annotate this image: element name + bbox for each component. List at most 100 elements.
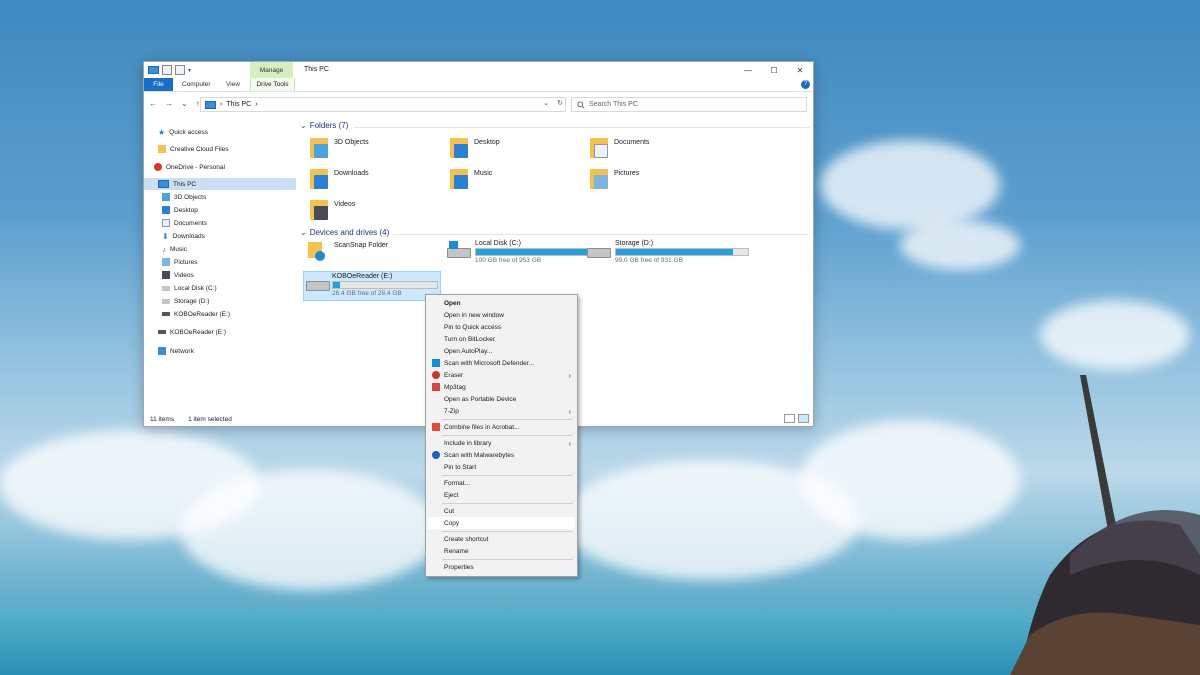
sidebar-item-pictures[interactable]: Pictures xyxy=(162,256,197,268)
large-icons-view-icon[interactable] xyxy=(798,414,809,423)
sidebar-item-koboereader-e-root[interactable]: KOBOeReader (E:) xyxy=(158,326,226,338)
sidebar-item-desktop[interactable]: Desktop xyxy=(162,204,198,216)
menu-item-open-new-window[interactable]: Open in new window xyxy=(428,309,575,321)
breadcrumb-this-pc[interactable]: This PC xyxy=(226,101,251,108)
tab-drive-tools[interactable]: Drive Tools xyxy=(250,78,295,91)
menu-item-open[interactable]: Open xyxy=(428,297,575,309)
menu-item-mp3tag[interactable]: Mp3tag xyxy=(428,381,575,393)
folder-documents[interactable]: Documents xyxy=(590,136,649,158)
navigation-pane: ★ Quick access Creative Cloud Files OneD… xyxy=(144,116,296,406)
videos-icon xyxy=(162,271,170,279)
forward-button[interactable]: → xyxy=(165,99,173,108)
sidebar-item-downloads[interactable]: ⬇ Downloads xyxy=(162,230,205,242)
sidebar-item-storage-d[interactable]: Storage (D:) xyxy=(162,295,209,307)
folder-label: 3D Objects xyxy=(334,139,369,146)
sidebar-item-3d-objects[interactable]: 3D Objects xyxy=(162,191,206,203)
tab-file[interactable]: File xyxy=(144,78,173,91)
sidebar-item-creative-cloud[interactable]: Creative Cloud Files xyxy=(158,143,229,155)
folder-3d-objects[interactable]: 3D Objects xyxy=(310,136,369,158)
downloads-folder-icon xyxy=(310,167,330,189)
menu-item-turn-on-bitlocker[interactable]: Turn on BitLocker xyxy=(428,333,575,345)
drive-scansnap-folder[interactable]: ScanSnap Folder xyxy=(306,242,388,262)
address-dropdown-icon[interactable]: ⌄ xyxy=(543,99,549,107)
3d-objects-folder-icon xyxy=(310,136,330,158)
folder-downloads[interactable]: Downloads xyxy=(310,167,369,189)
maximize-button[interactable]: ☐ xyxy=(761,62,787,78)
sidebar-item-this-pc[interactable]: This PC xyxy=(144,178,296,190)
cloud xyxy=(1040,300,1190,370)
menu-item-scan-defender[interactable]: Scan with Microsoft Defender... xyxy=(428,357,575,369)
menu-item-combine-acrobat[interactable]: Combine files in Acrobat... xyxy=(428,421,575,433)
menu-item-pin-to-start[interactable]: Pin to Start xyxy=(428,461,575,473)
new-folder-icon[interactable] xyxy=(175,65,185,75)
folder-videos[interactable]: Videos xyxy=(310,198,355,220)
chevron-down-icon: ⌄ xyxy=(300,228,307,237)
menu-item-eject[interactable]: Eject xyxy=(428,489,575,501)
sidebar-item-quick-access[interactable]: ★ Quick access xyxy=(158,126,208,138)
menu-item-create-shortcut[interactable]: Create shortcut xyxy=(428,533,575,545)
menu-item-cut[interactable]: Cut xyxy=(428,505,575,517)
folders-group-header[interactable]: ⌄ Folders (7) xyxy=(300,121,348,130)
details-view-icon[interactable] xyxy=(784,414,795,423)
creative-cloud-folder-icon xyxy=(158,145,166,153)
close-button[interactable]: ✕ xyxy=(787,62,813,78)
menu-item-open-portable-device[interactable]: Open as Portable Device xyxy=(428,393,575,405)
status-bar: 11 items 1 item selected xyxy=(150,416,232,423)
sidebar-item-label: Documents xyxy=(174,219,207,227)
help-icon[interactable]: ? xyxy=(801,80,810,89)
folder-label: Videos xyxy=(334,201,356,208)
sidebar-item-onedrive[interactable]: OneDrive - Personal xyxy=(154,161,225,173)
onedrive-icon xyxy=(154,163,162,171)
sidebar-item-music[interactable]: ♪ Music xyxy=(162,243,187,255)
drive-koboereader-e[interactable]: KOBOeReader (E:) 26.4 GB free of 28.4 GB xyxy=(303,271,441,301)
submenu-arrow-icon: › xyxy=(568,406,571,416)
removable-drive-icon xyxy=(162,312,170,316)
tab-manage[interactable]: Manage xyxy=(250,62,293,78)
menu-item-pin-quick-access[interactable]: Pin to Quick access xyxy=(428,321,575,333)
breadcrumb: › This PC › xyxy=(205,100,258,109)
music-icon: ♪ xyxy=(162,244,166,254)
sidebar-item-label: Storage (D:) xyxy=(174,297,210,305)
menu-separator xyxy=(442,531,573,532)
drive-storage-d[interactable]: Storage (D:) 99.0 GB free of 931 GB xyxy=(587,240,749,264)
sidebar-item-local-disk-c[interactable]: Local Disk (C:) xyxy=(162,282,217,294)
menu-item-format[interactable]: Format... xyxy=(428,477,575,489)
refresh-button[interactable]: ↻ xyxy=(557,99,563,107)
address-bar[interactable]: › This PC › ⌄ ↻ xyxy=(200,97,566,112)
drive-local-disk-c[interactable]: Local Disk (C:) 100 GB free of 953 GB xyxy=(447,240,609,264)
window-controls: — ☐ ✕ xyxy=(735,62,813,78)
tab-view[interactable]: View xyxy=(226,81,240,88)
customize-toolbar-icon[interactable]: ▾ xyxy=(188,67,191,74)
sidebar-item-label: 3D Objects xyxy=(174,193,207,201)
sidebar-item-documents[interactable]: Documents xyxy=(162,217,207,229)
view-buttons xyxy=(784,414,809,423)
search-box[interactable]: Search This PC xyxy=(571,97,807,112)
sidebar-item-videos[interactable]: Videos xyxy=(162,269,194,281)
menu-item-rename[interactable]: Rename xyxy=(428,545,575,557)
menu-item-properties[interactable]: Properties xyxy=(428,561,575,573)
menu-item-label: Create shortcut xyxy=(444,535,489,543)
menu-item-scan-malwarebytes[interactable]: Scan with Malwarebytes xyxy=(428,449,575,461)
folder-music[interactable]: Music xyxy=(450,167,492,189)
context-menu: Open Open in new window Pin to Quick acc… xyxy=(425,294,578,577)
sidebar-item-network[interactable]: Network xyxy=(158,345,194,357)
minimize-button[interactable]: — xyxy=(735,62,761,78)
folder-desktop[interactable]: Desktop xyxy=(450,136,500,158)
tab-computer[interactable]: Computer xyxy=(182,81,211,88)
menu-item-7zip[interactable]: 7-Zip › xyxy=(428,405,575,417)
menu-separator xyxy=(442,503,573,504)
back-button[interactable]: ← xyxy=(149,99,157,108)
menu-item-include-library[interactable]: Include in library › xyxy=(428,437,575,449)
sidebar-item-label: Videos xyxy=(174,271,194,279)
menu-item-eraser[interactable]: Eraser › xyxy=(428,369,575,381)
sidebar-item-label: Desktop xyxy=(174,206,198,214)
pictures-folder-icon xyxy=(590,167,610,189)
recent-locations-button[interactable]: ⌄ xyxy=(181,99,188,108)
menu-item-label: Pin to Quick access xyxy=(444,323,502,331)
folder-pictures[interactable]: Pictures xyxy=(590,167,639,189)
sidebar-item-koboereader-e[interactable]: KOBOeReader (E:) xyxy=(162,308,230,320)
menu-item-copy[interactable]: Copy xyxy=(428,517,575,529)
menu-item-open-autoplay[interactable]: Open AutoPlay... xyxy=(428,345,575,357)
properties-icon[interactable] xyxy=(162,65,172,75)
drives-group-header[interactable]: ⌄ Devices and drives (4) xyxy=(300,228,389,237)
